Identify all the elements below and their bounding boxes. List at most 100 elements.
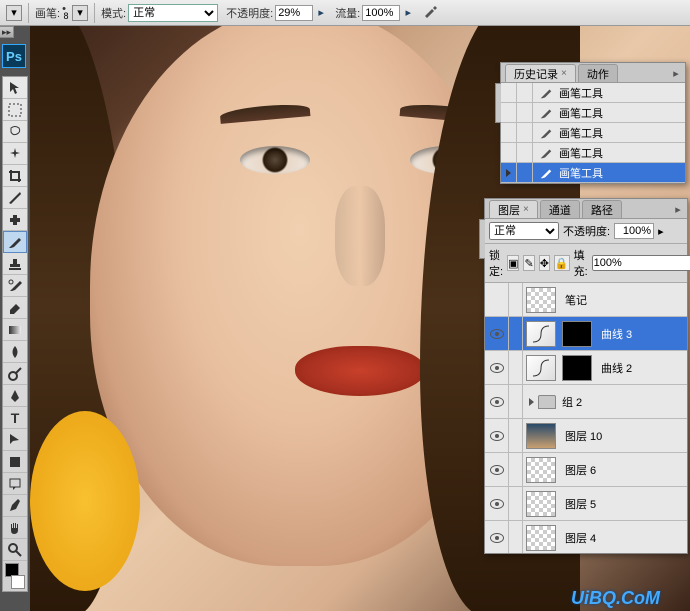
brush-size-value: 8 — [64, 12, 69, 21]
layer-thumb-icon — [526, 525, 556, 551]
panel-menu-icon[interactable]: ▸ — [671, 202, 685, 216]
tab-channels[interactable]: 通道 — [540, 200, 580, 218]
watermark-text: UiBQ.CoM — [571, 588, 660, 609]
layer-opacity-label: 不透明度: — [563, 223, 610, 239]
opacity-label: 不透明度: — [226, 5, 273, 21]
eye-icon — [490, 533, 504, 543]
flow-flyout-icon[interactable]: ▸ — [402, 6, 414, 20]
history-list: 画笔工具 画笔工具 画笔工具 画笔工具 画笔工具 — [501, 83, 685, 183]
brush-tool[interactable] — [3, 231, 27, 253]
move-tool[interactable] — [3, 77, 27, 99]
close-icon[interactable]: × — [561, 68, 567, 79]
tab-layers[interactable]: 图层× — [489, 200, 538, 218]
layer-row[interactable]: 图层 5 — [485, 487, 687, 521]
type-tool[interactable]: T — [3, 407, 27, 429]
close-icon[interactable]: × — [523, 204, 529, 215]
history-item[interactable]: 画笔工具 — [501, 143, 685, 163]
brush-label: 画笔: — [35, 5, 60, 21]
airbrush-icon[interactable] — [422, 3, 438, 22]
shape-tool[interactable] — [3, 451, 27, 473]
layer-row[interactable]: 曲线 2 — [485, 351, 687, 385]
brush-icon — [537, 104, 555, 122]
flow-input[interactable] — [362, 5, 400, 21]
heal-tool[interactable] — [3, 209, 27, 231]
path-select-tool[interactable] — [3, 429, 27, 451]
visibility-toggle[interactable] — [485, 317, 509, 351]
blur-tool[interactable] — [3, 341, 27, 363]
expand-icon[interactable] — [529, 398, 534, 406]
lock-label: 锁定: — [489, 247, 503, 279]
options-bar: ▾ 画笔: • 8 ▾ 模式: 正常 不透明度: ▸ 流量: ▸ — [0, 0, 690, 26]
opacity-flyout-icon[interactable]: ▸ — [658, 225, 664, 238]
panel-collapse-icon[interactable]: ▸▸ — [0, 26, 14, 38]
brush-picker-dropdown[interactable]: ▾ — [72, 5, 88, 21]
brush-icon — [537, 124, 555, 142]
tool-preset-dropdown[interactable]: ▾ — [6, 5, 22, 21]
brush-icon — [537, 164, 555, 182]
eye-icon — [490, 329, 504, 339]
gradient-tool[interactable] — [3, 319, 27, 341]
curves-thumb-icon — [526, 321, 556, 347]
panel-grip-icon[interactable] — [495, 83, 501, 123]
brush-icon — [537, 144, 555, 162]
lock-paint-icon[interactable]: ✎ — [523, 255, 534, 271]
history-item[interactable]: 画笔工具 — [501, 163, 685, 183]
dodge-tool[interactable] — [3, 363, 27, 385]
fill-label: 填充: — [574, 247, 588, 279]
visibility-toggle[interactable] — [485, 351, 509, 385]
stamp-tool[interactable] — [3, 253, 27, 275]
lock-transparency-icon[interactable]: ▣ — [507, 255, 519, 271]
layer-row[interactable]: 曲线 3 — [485, 317, 687, 351]
opacity-flyout-icon[interactable]: ▸ — [315, 6, 327, 20]
hand-tool[interactable] — [3, 517, 27, 539]
layer-thumb-icon — [526, 491, 556, 517]
visibility-toggle[interactable] — [485, 419, 509, 453]
zoom-tool[interactable] — [3, 539, 27, 561]
eraser-tool[interactable] — [3, 297, 27, 319]
visibility-toggle[interactable] — [485, 385, 509, 419]
slice-tool[interactable] — [3, 187, 27, 209]
crop-tool[interactable] — [3, 165, 27, 187]
blend-mode-select[interactable]: 正常 — [128, 4, 218, 22]
opacity-input[interactable] — [275, 5, 313, 21]
history-item[interactable]: 画笔工具 — [501, 83, 685, 103]
tab-actions[interactable]: 动作 — [578, 64, 618, 82]
eyedropper-tool[interactable] — [3, 495, 27, 517]
history-item[interactable]: 画笔工具 — [501, 123, 685, 143]
layer-row[interactable]: 图层 4 — [485, 521, 687, 553]
flow-label: 流量: — [335, 5, 360, 21]
mask-thumb-icon — [562, 355, 592, 381]
history-item[interactable]: 画笔工具 — [501, 103, 685, 123]
mode-label: 模式: — [101, 5, 126, 21]
tab-paths[interactable]: 路径 — [582, 200, 622, 218]
panel-menu-icon[interactable]: ▸ — [669, 66, 683, 80]
layer-row[interactable]: 笔记 — [485, 283, 687, 317]
curves-thumb-icon — [526, 355, 556, 381]
tools-panel: T — [2, 76, 28, 592]
lock-all-icon[interactable]: 🔒 — [554, 255, 570, 271]
lock-position-icon[interactable]: ✥ — [539, 255, 550, 271]
visibility-toggle[interactable] — [485, 283, 509, 317]
notes-tool[interactable] — [3, 473, 27, 495]
fill-input[interactable] — [592, 255, 690, 271]
history-brush-tool[interactable] — [3, 275, 27, 297]
color-swatches[interactable] — [3, 561, 27, 591]
layer-opacity-input[interactable] — [614, 223, 654, 239]
eye-icon — [490, 363, 504, 373]
visibility-toggle[interactable] — [485, 487, 509, 521]
wand-tool[interactable] — [3, 143, 27, 165]
eye-icon — [490, 431, 504, 441]
marquee-tool[interactable] — [3, 99, 27, 121]
layer-row[interactable]: 组 2 — [485, 385, 687, 419]
layer-row[interactable]: 图层 10 — [485, 419, 687, 453]
visibility-toggle[interactable] — [485, 453, 509, 487]
layer-row[interactable]: 图层 6 — [485, 453, 687, 487]
panel-grip-icon[interactable] — [479, 219, 485, 259]
layer-blend-select[interactable]: 正常 — [489, 222, 559, 240]
tab-history[interactable]: 历史记录× — [505, 64, 576, 82]
pen-tool[interactable] — [3, 385, 27, 407]
lasso-tool[interactable] — [3, 121, 27, 143]
layer-thumb-icon — [526, 287, 556, 313]
layer-list: 笔记 曲线 3 曲线 2 组 2 图层 10 图层 6 图层 5 图层 4 — [485, 283, 687, 553]
visibility-toggle[interactable] — [485, 521, 509, 554]
